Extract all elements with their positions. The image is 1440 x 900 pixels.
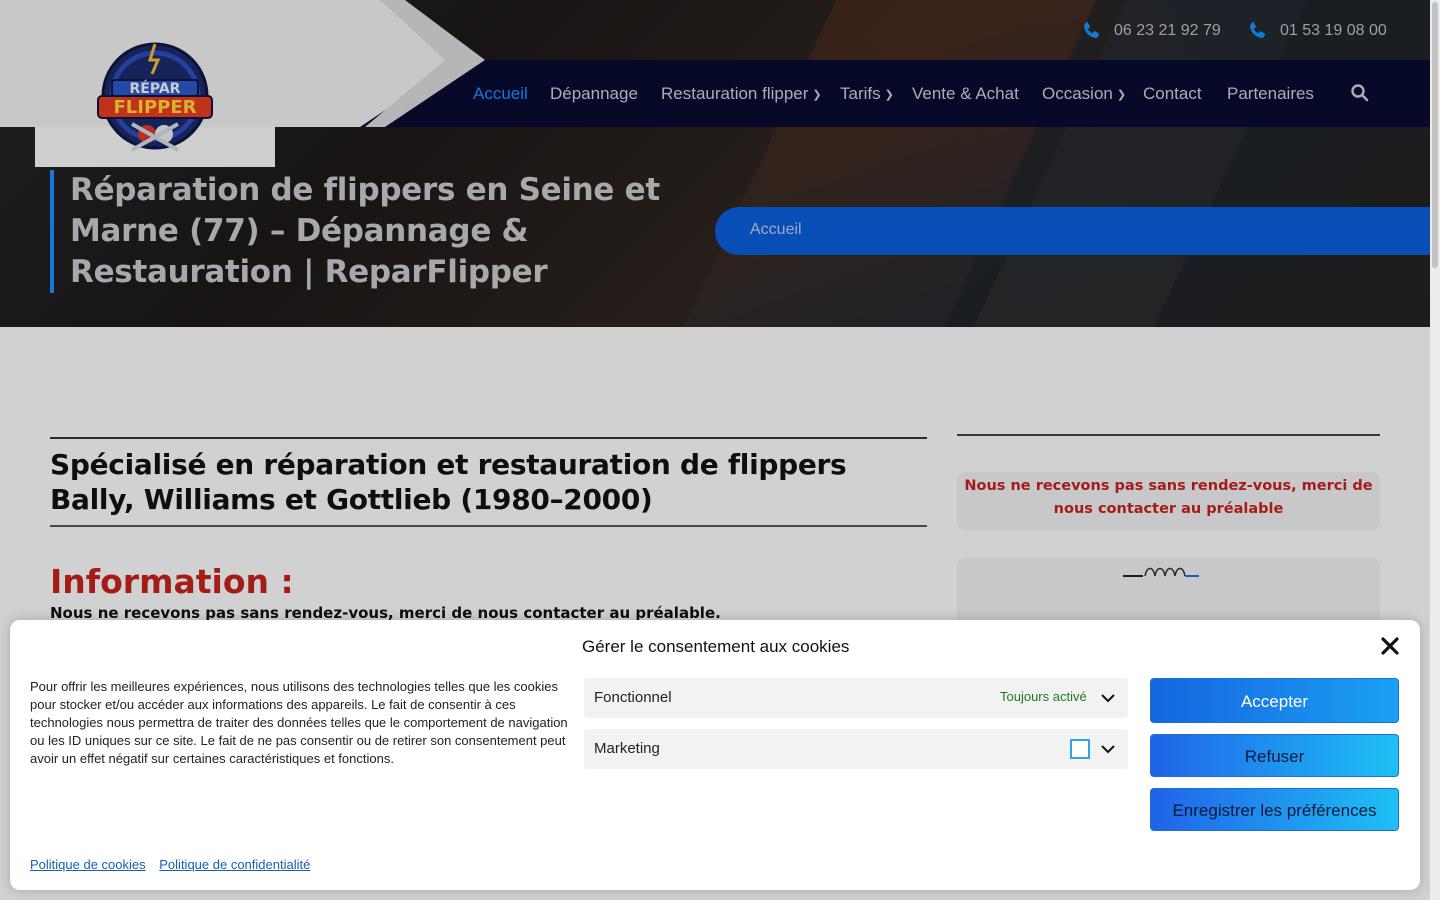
accept-button[interactable]: Accepter [1150, 678, 1399, 723]
refuse-button[interactable]: Refuser [1150, 734, 1399, 777]
pref-label: Marketing [594, 740, 660, 757]
scrollbar-thumb[interactable] [1432, 2, 1438, 268]
cookie-pref-functional[interactable]: Fonctionnel Toujours activé [584, 678, 1128, 718]
pref-label: Fonctionnel [594, 689, 672, 706]
save-preferences-button[interactable]: Enregistrer les préférences [1150, 788, 1399, 831]
cookie-policy-links: Politique de cookies Politique de confid… [30, 857, 320, 872]
cookie-policy-link[interactable]: Politique de cookies [30, 857, 146, 872]
cookie-pref-marketing[interactable]: Marketing [584, 729, 1128, 769]
marketing-checkbox[interactable] [1070, 739, 1090, 759]
cookie-description: Pour offrir les meilleures expériences, … [30, 679, 568, 766]
chevron-down-icon[interactable] [1100, 690, 1116, 706]
pref-status-always-active: Toujours activé [1000, 689, 1087, 704]
close-icon[interactable] [1380, 636, 1400, 656]
privacy-policy-link[interactable]: Politique de confidentialité [159, 857, 310, 872]
cookie-banner-title: Gérer le consentement aux cookies [582, 637, 850, 656]
cookie-consent-banner: Gérer le consentement aux cookies Pour o… [10, 620, 1420, 890]
chevron-down-icon[interactable] [1100, 741, 1116, 757]
